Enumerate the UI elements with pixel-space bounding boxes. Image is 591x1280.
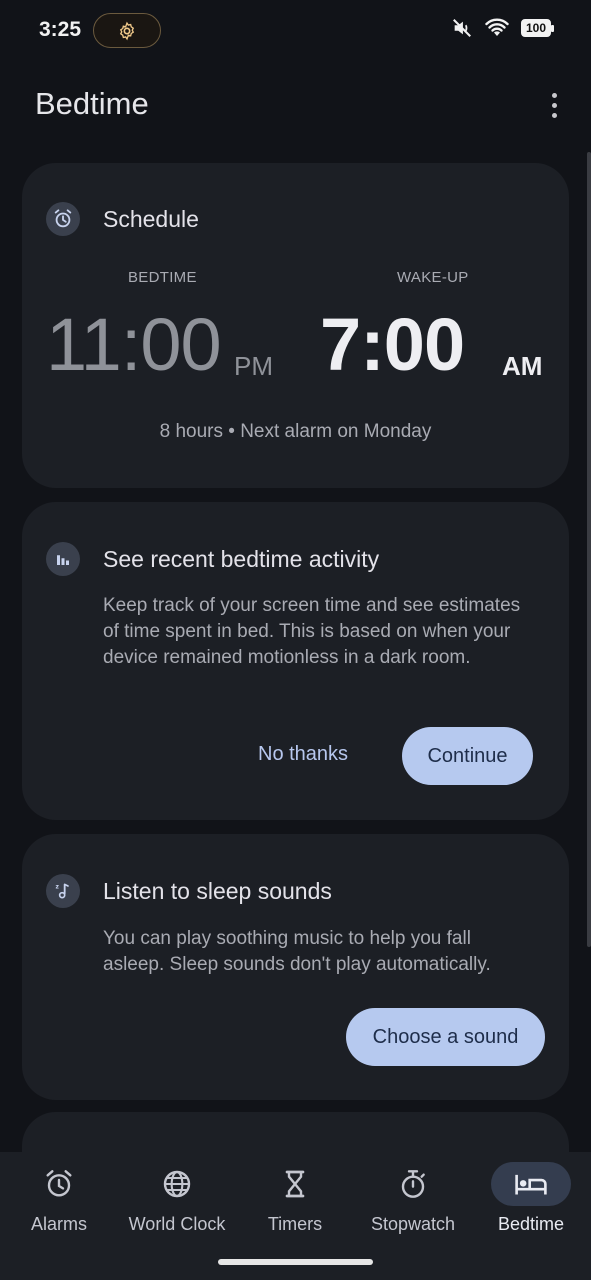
schedule-card[interactable]: Schedule BEDTIME WAKE-UP 11:00 PM 7:00 A…: [22, 163, 569, 488]
bedtime-activity-card: See recent bedtime activity Keep track o…: [22, 502, 569, 820]
sounds-title: Listen to sleep sounds: [103, 877, 332, 904]
battery-icon: 100: [521, 19, 554, 37]
alarm-icon: [46, 1170, 72, 1197]
home-indicator[interactable]: [218, 1259, 373, 1265]
globe-icon: [163, 1170, 191, 1198]
activity-header: See recent bedtime activity: [46, 542, 379, 576]
nav-item-world-clock[interactable]: World Clock: [118, 1162, 236, 1235]
mute-icon: [453, 19, 471, 37]
schedule-title: Schedule: [103, 205, 199, 232]
nav-item-alarms[interactable]: Alarms: [0, 1162, 118, 1235]
stopwatch-icon: [401, 1170, 425, 1198]
nav-label: Timers: [267, 1214, 323, 1234]
wifi-icon: [485, 18, 509, 36]
activity-title: See recent bedtime activity: [103, 545, 380, 572]
bedtime-ampm: PM: [234, 351, 273, 381]
nav-item-stopwatch[interactable]: Stopwatch: [354, 1162, 472, 1235]
page-title: Bedtime: [35, 86, 149, 121]
wakeup-ampm: AM: [502, 351, 543, 381]
settings-icon: [119, 21, 135, 40]
settings-status-pill: [93, 13, 161, 48]
nav-label: Alarms: [30, 1214, 87, 1234]
hourglass-icon: [285, 1170, 305, 1198]
sounds-description: You can play soothing music to help you …: [103, 928, 491, 975]
music-note-icon: z: [46, 874, 80, 908]
no-thanks-button[interactable]: No thanks: [258, 743, 348, 766]
nav-item-bedtime[interactable]: Bedtime: [472, 1162, 590, 1235]
sounds-header: z Listen to sleep sounds: [46, 874, 332, 908]
wakeup-time[interactable]: 7:00: [320, 305, 465, 385]
sleep-sounds-card: z Listen to sleep sounds You can play so…: [22, 834, 569, 1100]
status-time: 3:25: [39, 18, 82, 41]
nav-item-timers[interactable]: Timers: [236, 1162, 354, 1235]
status-icons: 100: [451, 17, 554, 39]
choose-sound-button[interactable]: Choose a sound: [346, 1008, 545, 1066]
activity-description: Keep track of your screen time and see e…: [103, 595, 521, 668]
schedule-header: Schedule: [46, 202, 199, 236]
alarm-icon: [46, 202, 80, 236]
schedule-summary: 8 hours • Next alarm on Monday: [159, 421, 432, 442]
continue-button[interactable]: Continue: [402, 727, 533, 785]
more-vert-icon[interactable]: [539, 88, 569, 122]
bedtime-label: BEDTIME: [128, 269, 197, 286]
nav-label: Stopwatch: [370, 1214, 456, 1234]
bed-icon: [515, 1174, 547, 1195]
bar-chart-icon: [46, 542, 80, 576]
svg-text:z: z: [56, 885, 60, 891]
nav-label: World Clock: [128, 1214, 226, 1234]
status-bar: 3:25 100: [0, 0, 591, 60]
wakeup-label: WAKE-UP: [397, 269, 469, 286]
nav-label: Bedtime: [497, 1214, 565, 1234]
bedtime-time[interactable]: 11:00: [46, 305, 222, 385]
scrollbar[interactable]: [587, 152, 591, 947]
